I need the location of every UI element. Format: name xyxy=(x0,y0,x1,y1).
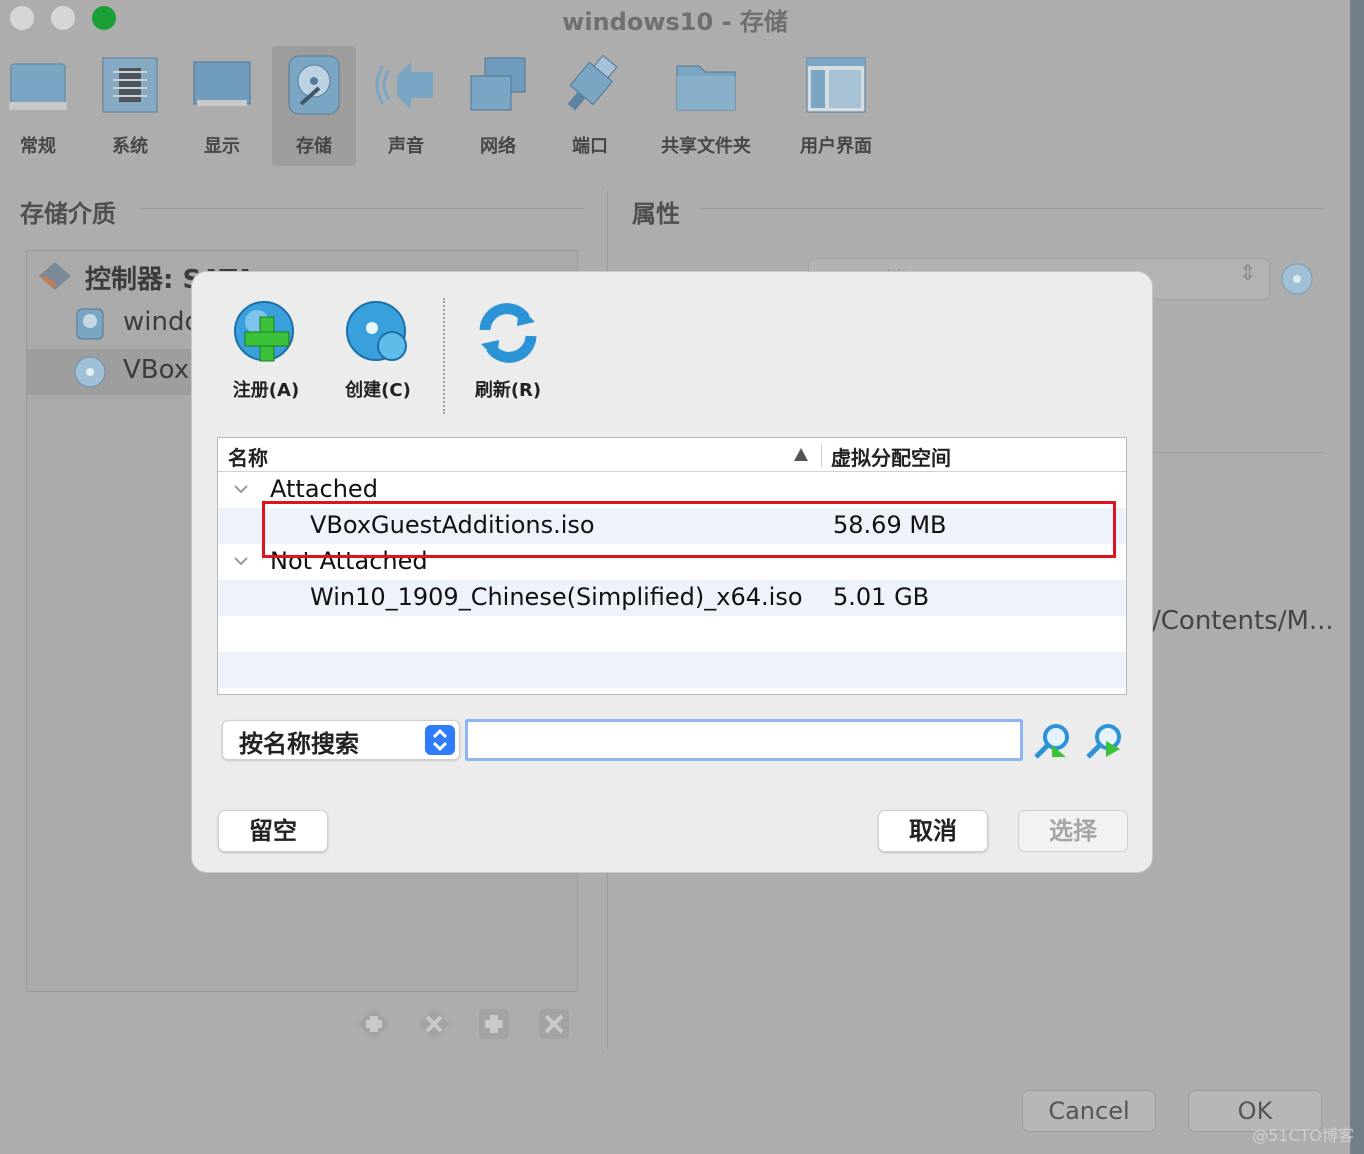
storage-disk-icon xyxy=(288,55,340,115)
toolbar-label: 存储 xyxy=(296,136,332,157)
tree-disk-label: windo xyxy=(123,307,201,337)
column-separator xyxy=(821,443,822,467)
medium-size: 5.01 GB xyxy=(833,583,930,611)
create-disc-icon xyxy=(346,301,407,361)
media-table[interactable]: 名称 虚拟分配空间 Attached VBoxGuestAdditions.is… xyxy=(217,437,1127,695)
user-interface-icon xyxy=(806,57,866,113)
register-button[interactable]: 注册(A) xyxy=(218,300,314,402)
section-rule xyxy=(700,208,1324,209)
hard-disk-icon xyxy=(76,308,104,340)
add-attachment-icon[interactable] xyxy=(476,1006,512,1042)
dialog-cancel-button[interactable]: 取消 xyxy=(878,810,988,852)
table-header: 名称 虚拟分配空间 xyxy=(218,438,1126,472)
speaker-icon xyxy=(375,62,433,110)
section-rule xyxy=(1152,452,1324,453)
display-monitor-icon xyxy=(193,61,251,106)
optical-disc-icon xyxy=(74,356,106,388)
refresh-button[interactable]: 刷新(R) xyxy=(460,300,556,402)
refresh-icon xyxy=(479,303,537,363)
toolbar-label: 常规 xyxy=(20,136,56,157)
add-register-icon xyxy=(234,301,294,362)
toolbar-label: 显示 xyxy=(204,136,240,157)
create-button[interactable]: 创建(C) xyxy=(330,300,426,402)
column-size-header[interactable]: 虚拟分配空间 xyxy=(831,442,951,471)
toolbar-label: 网络 xyxy=(480,136,516,157)
search-previous-icon[interactable] xyxy=(1032,721,1072,761)
toolbar-storage[interactable]: 存储 xyxy=(272,46,356,166)
add-controller-icon[interactable] xyxy=(356,1006,392,1042)
toolbar-display[interactable]: 显示 xyxy=(180,46,264,166)
refresh-label: 刷新(R) xyxy=(474,380,542,401)
search-input[interactable] xyxy=(465,719,1023,761)
toolbar-system[interactable]: 系统 xyxy=(88,46,172,166)
attributes-heading: 属性 xyxy=(632,200,680,228)
tree-optical-label: VBox( xyxy=(123,355,200,385)
toolbar-label: 共享文件夹 xyxy=(661,136,751,157)
toolbar-label: 用户界面 xyxy=(800,136,872,157)
tree-actions xyxy=(356,1006,576,1042)
title-bar: windows10 - 存储 xyxy=(0,0,1350,38)
choose-disc-icon[interactable] xyxy=(1280,262,1314,296)
search-next-icon[interactable] xyxy=(1084,721,1124,761)
toolbar-user-interface[interactable]: 用户界面 xyxy=(790,46,882,166)
select-arrows-icon: ⇕ xyxy=(1238,261,1257,286)
section-rule xyxy=(140,208,584,209)
leave-empty-button[interactable]: 留空 xyxy=(218,810,328,852)
medium-name: Win10_1909_Chinese(Simplified)_x64.iso xyxy=(310,583,803,611)
toolbar-label: 系统 xyxy=(112,136,148,157)
toolbar-ports[interactable]: 端口 xyxy=(548,46,632,166)
shared-folder-icon xyxy=(676,65,736,111)
toolbar-audio[interactable]: 声音 xyxy=(364,46,448,166)
search-mode-select[interactable]: 按名称搜索 xyxy=(222,720,460,760)
chevron-down-icon[interactable] xyxy=(232,552,250,570)
window-title: windows10 - 存储 xyxy=(562,8,788,36)
storage-media-heading: 存储介质 xyxy=(20,200,116,228)
group-label: Attached xyxy=(270,475,378,503)
general-icon xyxy=(9,63,67,110)
desktop-edge xyxy=(1350,0,1364,1154)
system-chip-icon xyxy=(102,57,158,113)
search-mode-value: 按名称搜索 xyxy=(239,730,359,758)
controller-icon xyxy=(39,262,71,290)
port-icon xyxy=(567,54,618,111)
toolbar-general[interactable]: 常规 xyxy=(0,46,80,166)
empty-row xyxy=(218,616,1126,652)
toolbar-label: 端口 xyxy=(572,136,608,157)
chevron-down-icon[interactable] xyxy=(232,480,250,498)
empty-row xyxy=(218,652,1126,688)
sort-ascending-icon xyxy=(794,448,808,461)
table-row[interactable]: Win10_1909_Chinese(Simplified)_x64.iso 5… xyxy=(218,580,1126,616)
column-name-header[interactable]: 名称 xyxy=(228,442,268,471)
toolbar-separator xyxy=(443,298,445,414)
remove-controller-icon[interactable] xyxy=(416,1006,452,1042)
window-cancel-button[interactable]: Cancel xyxy=(1022,1090,1156,1132)
register-label: 注册(A) xyxy=(232,380,300,401)
file-path-fragment: /Contents/M... xyxy=(1152,606,1334,636)
create-label: 创建(C) xyxy=(345,380,411,401)
network-icon xyxy=(470,57,526,111)
toolbar-shared-folders[interactable]: 共享文件夹 xyxy=(652,46,760,166)
choose-button[interactable]: 选择 xyxy=(1018,810,1128,852)
toolbar-network[interactable]: 网络 xyxy=(456,46,540,166)
toolbar-label: 声音 xyxy=(388,136,424,157)
watermark: @51CTO博客 xyxy=(1252,1126,1354,1145)
remove-attachment-icon[interactable] xyxy=(536,1006,572,1042)
highlight-annotation-box xyxy=(262,501,1116,558)
medium-selector-dialog: 注册(A) 创建(C) 刷新(R) 名称 虚拟分配空间 Attached VBo… xyxy=(191,271,1153,873)
select-stepper-icon xyxy=(425,725,455,755)
